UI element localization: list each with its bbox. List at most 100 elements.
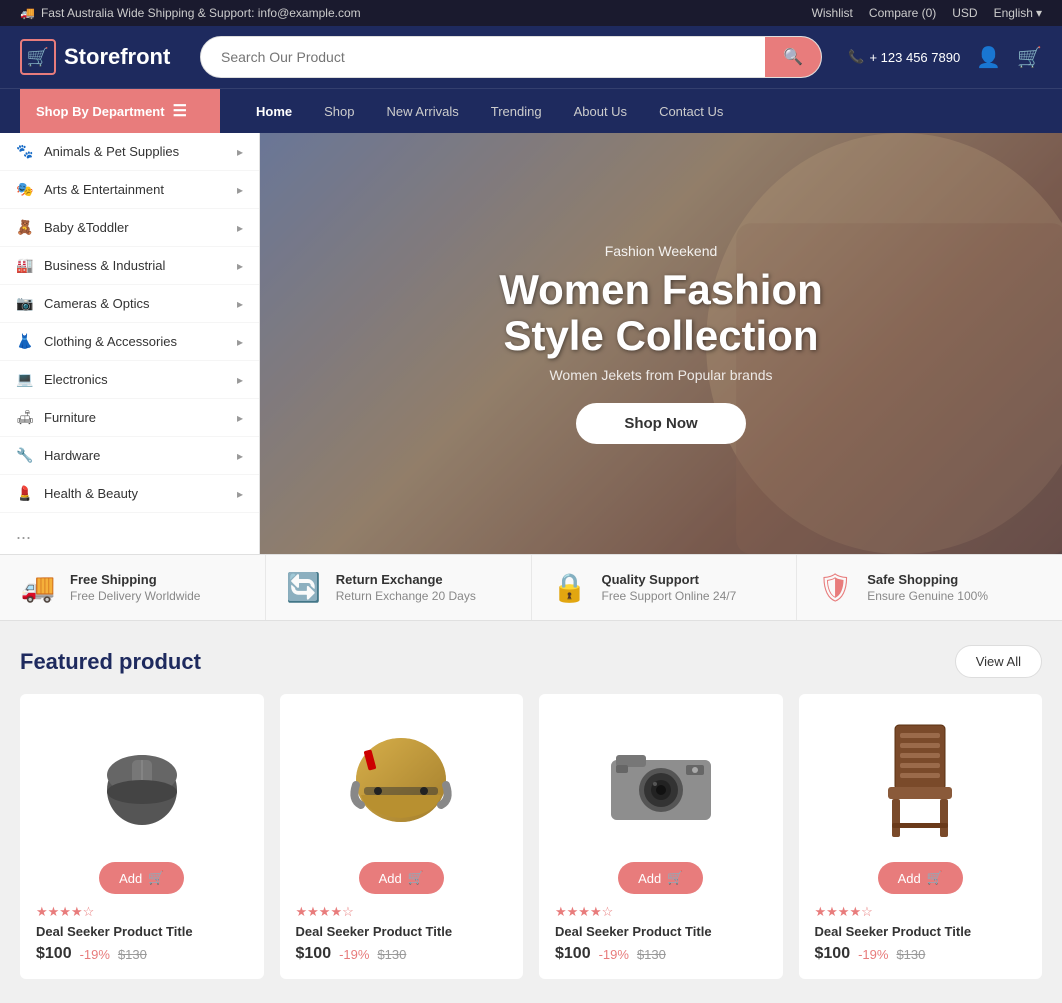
product-image-mouse xyxy=(77,730,207,830)
search-input[interactable] xyxy=(201,37,765,77)
logo[interactable]: 🛒 Storefront xyxy=(20,39,180,75)
featured-header: Featured product View All xyxy=(20,645,1042,678)
cart-add-icon: 🛒 xyxy=(148,870,164,886)
animals-icon: 🐾 xyxy=(16,143,34,160)
cart-add-icon: 🛒 xyxy=(408,870,424,886)
add-to-cart-button[interactable]: Add 🛒 xyxy=(359,862,444,894)
sidebar-item-clothing[interactable]: 👗 Clothing & Accessories ▸ xyxy=(0,323,259,361)
sidebar-item-label: Animals & Pet Supplies xyxy=(44,144,179,159)
product-stars: ★★★★☆ xyxy=(815,904,873,920)
nav-new-arrivals[interactable]: New Arrivals xyxy=(371,92,475,131)
search-button[interactable]: 🔍 xyxy=(765,37,821,77)
sidebar-item-cameras[interactable]: 📷 Cameras & Optics ▸ xyxy=(0,285,259,323)
search-bar: 🔍 xyxy=(200,36,822,78)
feature-free-shipping: 🚚 Free Shipping Free Delivery Worldwide xyxy=(0,555,266,620)
business-icon: 🏭 xyxy=(16,257,34,274)
sidebar-item-animals[interactable]: 🐾 Animals & Pet Supplies ▸ xyxy=(0,133,259,171)
add-to-cart-button[interactable]: Add 🛒 xyxy=(878,862,963,894)
feature-title: Return Exchange xyxy=(336,572,476,587)
sidebar-item-label: Health & Beauty xyxy=(44,486,138,501)
product-stars: ★★★★☆ xyxy=(296,904,354,920)
feature-title: Safe Shopping xyxy=(867,572,988,587)
sidebar-item-label: Hardware xyxy=(44,448,100,463)
price-discount: -19% xyxy=(339,947,369,962)
product-title: Deal Seeker Product Title xyxy=(815,924,972,939)
sidebar-item-furniture[interactable]: 🛋 Furniture ▸ xyxy=(0,399,259,437)
top-bar-actions: Wishlist Compare (0) USD English ▾ xyxy=(812,6,1042,20)
chevron-right-icon: ▸ xyxy=(237,335,243,349)
price-current: $100 xyxy=(296,945,332,963)
sidebar-item-health[interactable]: 💄 Health & Beauty ▸ xyxy=(0,475,259,513)
shop-by-dept-button[interactable]: Shop By Department ☰ xyxy=(20,89,220,133)
product-image-camera xyxy=(596,730,726,830)
product-stars: ★★★★☆ xyxy=(555,904,613,920)
feature-safe-shopping: 🛡 Safe Shopping Ensure Genuine 100% xyxy=(797,555,1062,620)
health-icon: 💄 xyxy=(16,485,34,502)
sidebar-item-label: Electronics xyxy=(44,372,108,387)
hamburger-icon: ☰ xyxy=(173,101,187,121)
price-row: $100 -19% $130 xyxy=(36,945,147,963)
cart-icon[interactable]: 🛒 xyxy=(1017,45,1042,70)
furniture-icon: 🛋 xyxy=(16,409,34,426)
cart-add-icon: 🛒 xyxy=(927,870,943,886)
sidebar-item-label: Furniture xyxy=(44,410,96,425)
price-discount: -19% xyxy=(599,947,629,962)
sidebar-more[interactable]: ... xyxy=(0,513,259,554)
compare-link[interactable]: Compare (0) xyxy=(869,6,936,20)
nav-trending[interactable]: Trending xyxy=(475,92,558,131)
product-title: Deal Seeker Product Title xyxy=(296,924,453,939)
feature-desc: Ensure Genuine 100% xyxy=(867,589,988,603)
shop-now-button[interactable]: Shop Now xyxy=(576,403,745,444)
chevron-right-icon: ▸ xyxy=(237,373,243,387)
nav-home[interactable]: Home xyxy=(240,92,308,131)
user-icon[interactable]: 👤 xyxy=(976,45,1001,70)
featured-section: Featured product View All Add 🛒 ★★★★☆ De… xyxy=(0,621,1062,1003)
exchange-icon: 🔄 xyxy=(286,571,322,604)
phone-number: 📞 + 123 456 7890 xyxy=(848,49,960,65)
product-card: Add 🛒 ★★★★☆ Deal Seeker Product Title $1… xyxy=(20,694,264,979)
shipping-icon: 🚚 xyxy=(20,571,56,604)
price-current: $100 xyxy=(815,945,851,963)
wishlist-link[interactable]: Wishlist xyxy=(812,6,853,20)
sidebar-item-arts[interactable]: 🎭 Arts & Entertainment ▸ xyxy=(0,171,259,209)
view-all-button[interactable]: View All xyxy=(955,645,1042,678)
sidebar-item-label: Cameras & Optics xyxy=(44,296,149,311)
electronics-icon: 💻 xyxy=(16,371,34,388)
arts-icon: 🎭 xyxy=(16,181,34,198)
currency-selector[interactable]: USD xyxy=(952,6,977,20)
feature-desc: Return Exchange 20 Days xyxy=(336,589,476,603)
chevron-right-icon: ▸ xyxy=(237,297,243,311)
add-to-cart-button[interactable]: Add 🛒 xyxy=(99,862,184,894)
hero-subtitle: Fashion Weekend xyxy=(499,243,823,259)
price-row: $100 -19% $130 xyxy=(555,945,666,963)
sidebar-item-business[interactable]: 🏭 Business & Industrial ▸ xyxy=(0,247,259,285)
add-to-cart-button[interactable]: Add 🛒 xyxy=(618,862,703,894)
chevron-right-icon: ▸ xyxy=(237,183,243,197)
price-original: $130 xyxy=(118,947,147,962)
logo-text: Storefront xyxy=(64,44,170,70)
product-card: Add 🛒 ★★★★☆ Deal Seeker Product Title $1… xyxy=(799,694,1043,979)
nav-bar: Shop By Department ☰ Home Shop New Arriv… xyxy=(0,88,1062,133)
hero-title: Women Fashion Style Collection xyxy=(499,267,823,359)
camera-icon: 📷 xyxy=(16,295,34,312)
price-original: $130 xyxy=(377,947,406,962)
language-selector[interactable]: English ▾ xyxy=(994,6,1042,20)
price-current: $100 xyxy=(36,945,72,963)
feature-return-exchange: 🔄 Return Exchange Return Exchange 20 Day… xyxy=(266,555,532,620)
price-original: $130 xyxy=(637,947,666,962)
clothing-icon: 👗 xyxy=(16,333,34,350)
sidebar-item-baby[interactable]: 🧸 Baby &Toddler ▸ xyxy=(0,209,259,247)
nav-contact-us[interactable]: Contact Us xyxy=(643,92,739,131)
language-label: English xyxy=(994,6,1033,20)
chevron-right-icon: ▸ xyxy=(237,487,243,501)
product-card: Add 🛒 ★★★★☆ Deal Seeker Product Title $1… xyxy=(280,694,524,979)
nav-about-us[interactable]: About Us xyxy=(558,92,643,131)
sidebar-item-label: Clothing & Accessories xyxy=(44,334,177,349)
sidebar-item-electronics[interactable]: 💻 Electronics ▸ xyxy=(0,361,259,399)
sidebar-item-hardware[interactable]: 🔧 Hardware ▸ xyxy=(0,437,259,475)
product-title: Deal Seeker Product Title xyxy=(555,924,712,939)
price-discount: -19% xyxy=(80,947,110,962)
sidebar-item-label: Business & Industrial xyxy=(44,258,165,273)
nav-shop[interactable]: Shop xyxy=(308,92,370,131)
price-row: $100 -19% $130 xyxy=(815,945,926,963)
